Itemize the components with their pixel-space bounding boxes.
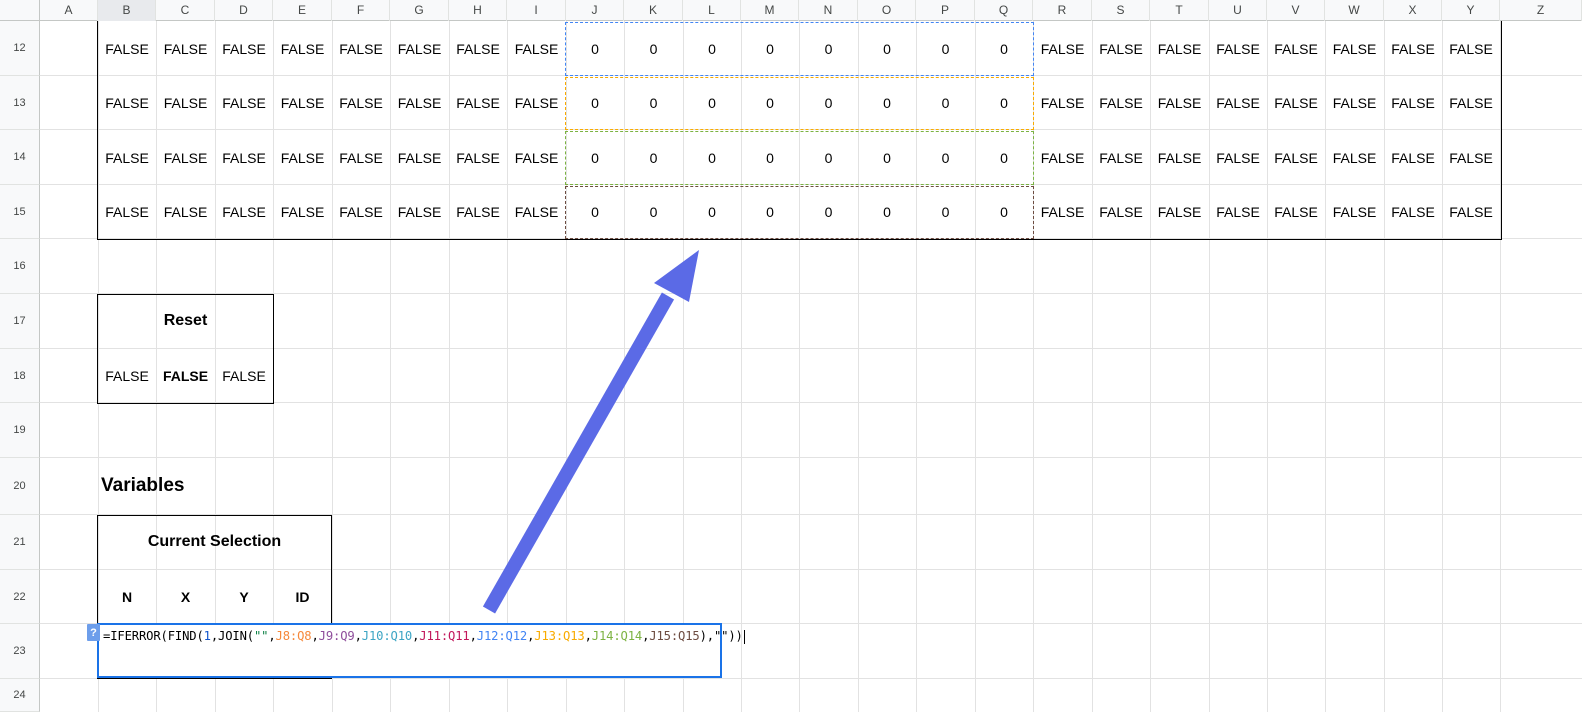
column-header-N[interactable]: N <box>799 0 858 21</box>
text-cursor <box>743 629 745 644</box>
row-header-24[interactable]: 24 <box>0 679 40 712</box>
column-header-F[interactable]: F <box>332 0 390 21</box>
current-selection-header-id: ID <box>295 589 310 605</box>
reset-title: Reset <box>163 312 208 329</box>
column-header-I[interactable]: I <box>507 0 566 21</box>
column-header-M[interactable]: M <box>741 0 799 21</box>
row-header-21[interactable]: 21 <box>0 515 40 570</box>
formula-token: J15:Q15 <box>649 629 700 643</box>
row-header-16[interactable]: 16 <box>0 239 40 294</box>
column-header-V[interactable]: V <box>1267 0 1325 21</box>
column-header-L[interactable]: L <box>683 0 741 21</box>
column-header-J[interactable]: J <box>566 0 624 21</box>
formula-token: J14:Q14 <box>591 629 643 643</box>
column-header-O[interactable]: O <box>858 0 916 21</box>
variables-heading: Variables <box>101 475 185 496</box>
column-header-B[interactable]: B <box>98 0 156 21</box>
column-header-P[interactable]: P <box>916 0 975 21</box>
column-header-E[interactable]: E <box>273 0 332 21</box>
row-header-18[interactable]: 18 <box>0 349 40 403</box>
current-selection-header-x: X <box>180 589 191 605</box>
column-header-K[interactable]: K <box>624 0 683 21</box>
column-header-A[interactable]: A <box>40 0 98 21</box>
column-header-W[interactable]: W <box>1325 0 1384 21</box>
formula-help-icon[interactable]: ? <box>87 624 100 641</box>
row-header-14[interactable]: 14 <box>0 130 40 185</box>
formula-token: =IFERROR(FIND( <box>103 629 204 643</box>
column-header-row: ABCDEFGHIJKLMNOPQRSTUVWXYZ <box>0 0 1582 21</box>
current-selection-header-y: Y <box>239 589 249 605</box>
main-grid-border <box>97 21 1502 240</box>
row-header-15[interactable]: 15 <box>0 185 40 239</box>
formula-token: J10:Q10 <box>361 629 413 643</box>
formula-token: J9:Q9 <box>318 629 355 643</box>
row-header-19[interactable]: 19 <box>0 403 40 458</box>
formula-token: J12:Q12 <box>476 629 528 643</box>
reset-value[interactable]: FALSE <box>156 349 215 403</box>
column-header-C[interactable]: C <box>156 0 215 21</box>
column-header-T[interactable]: T <box>1150 0 1209 21</box>
formula-editor[interactable]: =IFERROR(FIND(1,JOIN("",J8:Q8,J9:Q9,J10:… <box>97 623 745 678</box>
spreadsheet-grid[interactable]: ABCDEFGHIJKLMNOPQRSTUVWXYZ 12 13 14 15 16 17 1… <box>0 0 1582 712</box>
row-header-12[interactable]: 12 <box>0 21 40 76</box>
formula-token: J8:Q8 <box>275 629 312 643</box>
reset-value[interactable]: FALSE <box>98 349 156 403</box>
formula-token: , <box>469 629 477 643</box>
formula-token: , <box>584 629 592 643</box>
row-header-22[interactable]: 22 <box>0 570 40 624</box>
formula-token: ),"")) <box>699 629 743 643</box>
column-header-R[interactable]: R <box>1033 0 1092 21</box>
formula-token: , <box>268 629 276 643</box>
formula-token: , <box>354 629 362 643</box>
column-header-D[interactable]: D <box>215 0 273 21</box>
select-all-corner[interactable] <box>0 0 40 21</box>
current-selection-title: Current Selection <box>147 533 282 550</box>
row-gridline <box>40 457 1582 458</box>
column-header-S[interactable]: S <box>1092 0 1150 21</box>
column-header-Q[interactable]: Q <box>975 0 1033 21</box>
formula-token: J13:Q13 <box>534 629 585 643</box>
column-header-Z[interactable]: Z <box>1500 0 1582 21</box>
formula-token: ,JOIN( <box>210 629 254 643</box>
current-selection-header-n: N <box>121 589 133 605</box>
formula-text[interactable]: =IFERROR(FIND(1,JOIN("",J8:Q8,J9:Q9,J10:… <box>103 629 745 644</box>
formula-token: , <box>311 629 319 643</box>
reset-value[interactable]: FALSE <box>215 349 273 403</box>
column-header-H[interactable]: H <box>449 0 507 21</box>
column-header-G[interactable]: G <box>390 0 449 21</box>
row-header-23[interactable]: 23 <box>0 624 40 679</box>
column-header-U[interactable]: U <box>1209 0 1267 21</box>
formula-token: J11:Q11 <box>419 629 470 643</box>
row-header-13[interactable]: 13 <box>0 76 40 130</box>
column-header-X[interactable]: X <box>1384 0 1442 21</box>
column-header-Y[interactable]: Y <box>1442 0 1500 21</box>
row-header-20[interactable]: 20 <box>0 458 40 515</box>
formula-token: "" <box>253 629 269 643</box>
formula-token: 1 <box>203 629 211 643</box>
row-header-17[interactable]: 17 <box>0 294 40 349</box>
